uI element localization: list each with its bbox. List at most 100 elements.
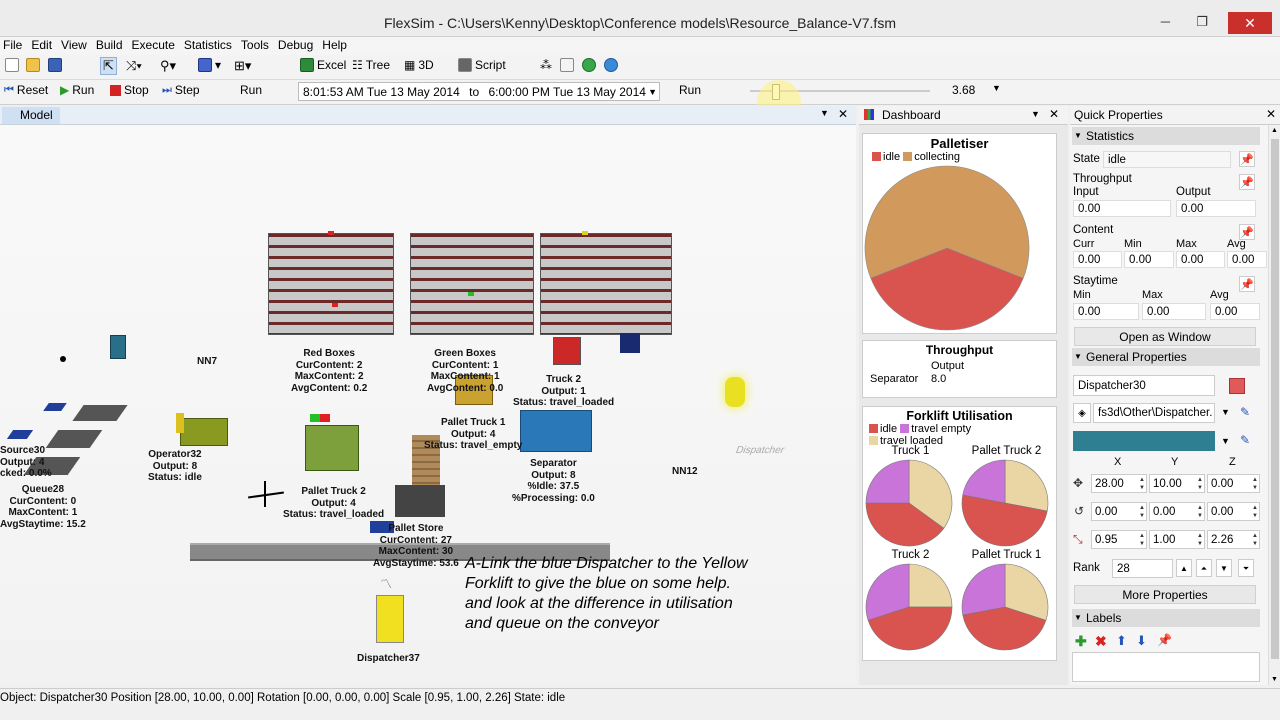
labels-section-header[interactable]: Labels bbox=[1072, 609, 1260, 627]
more-properties-button[interactable]: More Properties bbox=[1074, 585, 1256, 604]
open-folder-icon[interactable] bbox=[26, 58, 40, 72]
window-icon[interactable] bbox=[560, 58, 574, 72]
shape-dropdown-icon[interactable]: ▼ bbox=[1221, 407, 1230, 417]
rank-down-icon[interactable]: ▼ bbox=[1216, 559, 1232, 577]
menu-build[interactable]: Build bbox=[93, 37, 129, 52]
dispatcher-blue[interactable] bbox=[620, 333, 640, 353]
move-label-up-icon[interactable]: ⬆ bbox=[1116, 633, 1127, 649]
statistics-section-header[interactable]: Statistics bbox=[1072, 127, 1260, 145]
shape-icon[interactable]: ◈ bbox=[1073, 403, 1091, 423]
script-button[interactable]: Script bbox=[458, 58, 506, 72]
online-icon[interactable] bbox=[604, 58, 618, 72]
chevron-down-icon[interactable]: ▼ bbox=[648, 83, 657, 102]
floor-queue-tile[interactable] bbox=[45, 430, 103, 448]
tab-model[interactable]: Model bbox=[2, 107, 60, 124]
tab-quick-properties[interactable]: Quick Properties bbox=[1074, 108, 1163, 122]
pallet-store-base[interactable] bbox=[395, 485, 445, 517]
stop-button[interactable]: Stop bbox=[110, 83, 149, 97]
reset-button[interactable]: ⏮ Reset bbox=[4, 83, 48, 97]
color-dropdown-icon[interactable]: ▼ bbox=[1221, 436, 1230, 446]
menu-tools[interactable]: Tools bbox=[238, 37, 275, 52]
general-properties-section-header[interactable]: General Properties bbox=[1072, 348, 1260, 366]
step-button[interactable]: ⏭ Step bbox=[162, 83, 200, 97]
floor-queue-tile[interactable] bbox=[72, 405, 128, 421]
rank-top-icon[interactable]: ⏶ bbox=[1196, 559, 1212, 577]
save-icon[interactable] bbox=[48, 58, 62, 72]
select-mode-icon[interactable]: ⇱ bbox=[100, 57, 117, 75]
tab-dashboard[interactable]: Dashboard bbox=[882, 108, 941, 122]
model-3d-view[interactable]: 〽 NN7 NN12 Dispatcher Red Boxes CurConte… bbox=[0, 125, 856, 685]
run-button[interactable]: ▶ Run bbox=[60, 83, 94, 97]
speed-dropdown-icon[interactable]: ▼ bbox=[992, 83, 1001, 93]
open-as-window-button[interactable]: Open as Window bbox=[1074, 327, 1256, 346]
separator-machine[interactable] bbox=[520, 410, 592, 452]
scale-x-field[interactable]: 0.95 bbox=[1091, 530, 1147, 549]
shape-path-field[interactable]: fs3d\Other\Dispatcher. bbox=[1093, 403, 1215, 423]
minimize-button[interactable]: ─ bbox=[1161, 14, 1170, 29]
pin-staytime-icon[interactable]: 📌 bbox=[1239, 276, 1255, 292]
rank-up-icon[interactable]: ▲ bbox=[1176, 559, 1192, 577]
model-menu-icon[interactable]: ▼ bbox=[820, 108, 829, 118]
source-tile[interactable] bbox=[43, 403, 67, 411]
tree-view-icon[interactable]: ⁂ bbox=[540, 58, 552, 72]
dashboard-menu-icon[interactable]: ▼ bbox=[1031, 109, 1040, 119]
scale-y-field[interactable]: 1.00 bbox=[1149, 530, 1205, 549]
pos-z-field[interactable]: 0.00 bbox=[1207, 474, 1260, 493]
quick-properties-scrollbar[interactable]: ▲ ▼ bbox=[1268, 125, 1280, 685]
pin-label-icon[interactable]: 📌 bbox=[1157, 633, 1172, 647]
pallet-truck2[interactable] bbox=[305, 425, 359, 471]
menu-edit[interactable]: Edit bbox=[28, 37, 58, 52]
help-icon[interactable] bbox=[582, 58, 596, 72]
object-color-bar[interactable] bbox=[1073, 431, 1215, 451]
menu-help[interactable]: Help bbox=[319, 37, 353, 52]
palletiser-card[interactable]: Palletiser idle collecting bbox=[862, 133, 1057, 334]
rank-field[interactable]: 28 bbox=[1112, 559, 1173, 578]
scrollbar-thumb[interactable] bbox=[1271, 139, 1279, 659]
pos-x-field[interactable]: 28.00 bbox=[1091, 474, 1147, 493]
rot-y-field[interactable]: 0.00 bbox=[1149, 502, 1205, 521]
source-tile[interactable] bbox=[6, 430, 34, 439]
object-mode-icon[interactable]: ▾ bbox=[198, 58, 221, 72]
eyedropper-icon[interactable]: ✎ bbox=[1240, 405, 1250, 419]
quick-properties-close-icon[interactable]: ✕ bbox=[1266, 107, 1276, 121]
object-name-field[interactable]: Dispatcher30 bbox=[1073, 375, 1215, 396]
rack-green-boxes[interactable] bbox=[410, 233, 534, 335]
close-button[interactable]: ✕ bbox=[1228, 12, 1272, 34]
yellow-forklift-dispatcher[interactable] bbox=[725, 377, 745, 407]
menu-debug[interactable]: Debug bbox=[275, 37, 319, 52]
maximize-button[interactable]: ❐ bbox=[1196, 14, 1208, 30]
truck2-forklift[interactable] bbox=[553, 337, 581, 365]
network-node[interactable] bbox=[60, 356, 66, 362]
color-eyedropper-icon[interactable]: ✎ bbox=[1240, 433, 1250, 447]
rank-bottom-icon[interactable]: ⏷ bbox=[1238, 559, 1254, 577]
pin-throughput-icon[interactable]: 📌 bbox=[1239, 174, 1255, 190]
pos-y-field[interactable]: 10.00 bbox=[1149, 474, 1205, 493]
throughput-card[interactable]: Throughput Output Separator 8.0 bbox=[862, 340, 1057, 398]
labels-table[interactable] bbox=[1072, 652, 1260, 682]
add-label-icon[interactable]: ✚ bbox=[1075, 633, 1087, 650]
rack-third[interactable] bbox=[540, 233, 672, 335]
scale-z-field[interactable]: 2.26 bbox=[1207, 530, 1260, 549]
rot-x-field[interactable]: 0.00 bbox=[1091, 502, 1147, 521]
new-file-icon[interactable] bbox=[5, 58, 19, 72]
pin-state-icon[interactable]: 📌 bbox=[1239, 151, 1255, 167]
object-color-cube-icon[interactable] bbox=[1229, 378, 1245, 394]
excel-button[interactable]: Excel bbox=[300, 58, 346, 72]
run-time-range[interactable]: 8:01:53 AM Tue 13 May 2014 to 6:00:00 PM… bbox=[298, 82, 660, 101]
rack-red-boxes[interactable] bbox=[268, 233, 394, 335]
connect-mode-icon[interactable]: ⤨▾ bbox=[126, 58, 142, 74]
3d-button[interactable]: ▦ 3D bbox=[404, 58, 434, 72]
move-label-down-icon[interactable]: ⬇ bbox=[1136, 633, 1147, 649]
forklift-utilisation-card[interactable]: Forklift Utilisation idle travel empty t… bbox=[862, 406, 1057, 661]
connect-dropdown-icon[interactable]: ⚲▾ bbox=[160, 58, 176, 74]
operator-station[interactable] bbox=[180, 418, 228, 446]
menu-view[interactable]: View bbox=[58, 37, 93, 52]
dispatcher-object[interactable] bbox=[110, 335, 126, 359]
menu-statistics[interactable]: Statistics bbox=[181, 37, 238, 52]
delete-label-icon[interactable]: ✖ bbox=[1095, 633, 1107, 650]
dashboard-close-icon[interactable]: ✕ bbox=[1049, 107, 1059, 121]
menu-file[interactable]: File bbox=[0, 37, 28, 52]
view-options-icon[interactable]: ⊞▾ bbox=[234, 58, 251, 74]
dispatcher37[interactable] bbox=[376, 595, 404, 643]
menu-execute[interactable]: Execute bbox=[129, 37, 181, 52]
